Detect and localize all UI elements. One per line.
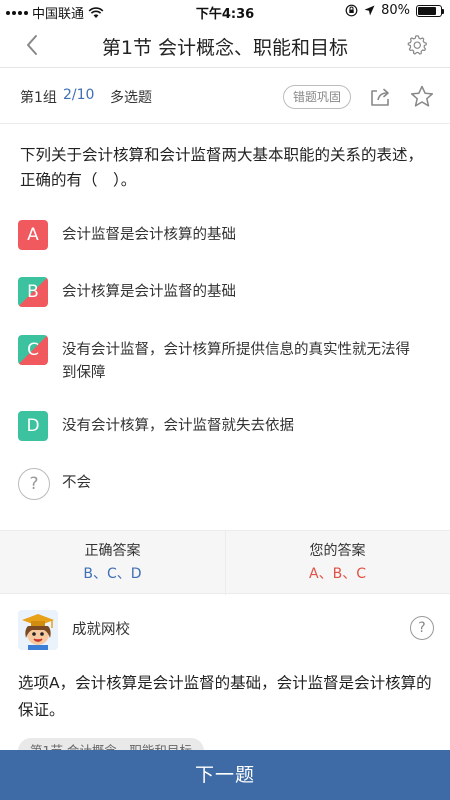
correct-answer-label: 正确答案 [84, 543, 141, 559]
help-icon[interactable]: ? [410, 616, 434, 640]
option-a-text: 会计监督是会计核算的基础 [62, 227, 236, 243]
orientation-lock-icon [345, 4, 358, 17]
option-unknown[interactable]: ? 不会 [18, 468, 438, 502]
option-b-badge: B [18, 277, 48, 307]
gear-icon[interactable] [406, 34, 428, 56]
option-c[interactable]: C 没有会计监督，会计核算所提供信息的真实性就无法得到保障 [18, 335, 438, 385]
option-b-letter: B [27, 282, 39, 302]
next-question-button[interactable]: 下一题 [0, 750, 450, 800]
status-bar: 中国联通 下午4:36 80% [0, 0, 450, 22]
battery-fill [418, 6, 436, 15]
option-c-badge: C [18, 335, 48, 365]
option-d[interactable]: D 没有会计核算，会计监督就失去依据 [18, 411, 438, 445]
your-answer-value: A、B、C [309, 566, 366, 582]
question-info-bar: 第1组 2/10 多选题 错题巩固 [0, 69, 450, 124]
option-d-text: 没有会计核算，会计监督就失去依据 [62, 418, 294, 434]
location-icon [364, 5, 375, 16]
battery-percent: 80% [381, 3, 410, 18]
back-chevron-icon[interactable] [20, 32, 46, 58]
question-progress: 2/10 [63, 87, 95, 103]
correct-answer-value: B、C、D [83, 566, 142, 582]
option-b-text: 会计核算是会计监督的基础 [62, 284, 236, 300]
option-d-letter: D [26, 416, 40, 436]
explanation-text: 选项A，会计核算是会计监督的基础，会计监督是会计核算的保证。 [18, 674, 432, 719]
option-a[interactable]: A 会计监督是会计核算的基础 [18, 220, 438, 254]
question-text: 下列关于会计核算和会计监督两大基本职能的关系的表述，正确的有（ ）。 [20, 146, 424, 189]
option-c-letter: C [27, 340, 39, 360]
share-icon[interactable] [368, 85, 392, 109]
nav-bar: 第1节 会计概念、职能和目标 [0, 22, 450, 68]
author-avatar [18, 610, 58, 650]
option-a-badge: A [18, 220, 48, 250]
graduate-avatar-icon [18, 610, 58, 650]
group-label: 第1组 [20, 90, 57, 106]
status-right: 80% [345, 3, 444, 18]
question-mark-icon: ? [18, 468, 50, 500]
answer-comparison: 正确答案 B、C、D 您的答案 A、B、C [0, 530, 450, 595]
battery-icon [416, 4, 444, 17]
review-mistakes-button[interactable]: 错题巩固 [283, 85, 351, 109]
option-a-letter: A [27, 225, 39, 245]
option-c-text: 没有会计监督，会计核算所提供信息的真实性就无法得到保障 [62, 342, 410, 381]
your-answer-label: 您的答案 [309, 543, 366, 559]
your-answer-block: 您的答案 A、B、C [225, 541, 450, 585]
star-icon[interactable] [409, 84, 435, 110]
author-name: 成就网校 [72, 622, 130, 638]
option-b[interactable]: B 会计核算是会计监督的基础 [18, 277, 438, 311]
option-unknown-text: 不会 [62, 475, 91, 491]
page-title: 第1节 会计概念、职能和目标 [101, 37, 349, 59]
correct-answer-block: 正确答案 B、C、D [0, 541, 225, 585]
quiz-screen: 中国联通 下午4:36 80% 第1节 会计概念、职能和目标 第1组 2/10 … [0, 0, 450, 800]
question-type: 多选题 [110, 90, 152, 106]
option-d-badge: D [18, 411, 48, 441]
